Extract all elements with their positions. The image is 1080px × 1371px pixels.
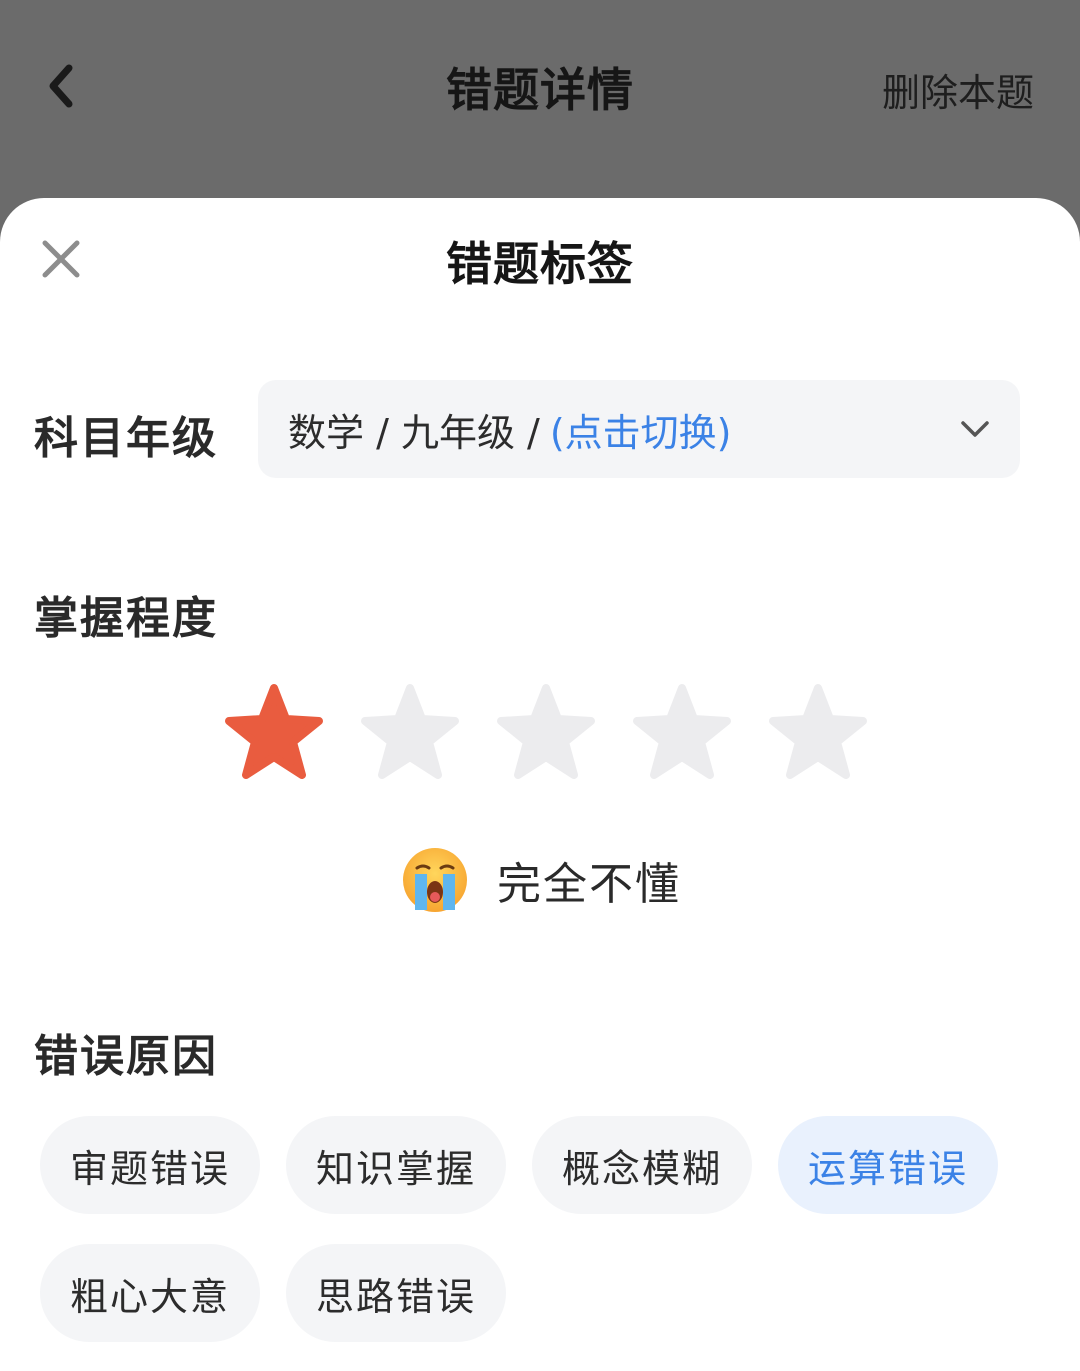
sheet-title: 错题标签 bbox=[446, 237, 634, 291]
error-reason-chip[interactable]: 运算错误 bbox=[778, 1116, 998, 1214]
subject-grade-select[interactable]: 数学 / 九年级 / (点击切换) bbox=[258, 380, 1020, 478]
error-reason-options: 审题错误 知识掌握 概念模糊 运算错误 粗心大意 思路错误 bbox=[40, 1116, 1040, 1342]
error-reason-chip[interactable]: 粗心大意 bbox=[40, 1244, 260, 1342]
top-nav-bar: 错题详情 删除本题 bbox=[0, 0, 1080, 200]
star-shape bbox=[361, 684, 459, 779]
error-reason-chip[interactable]: 概念模糊 bbox=[532, 1116, 752, 1214]
subject-grade-value: 数学 / 九年级 / bbox=[288, 410, 540, 455]
mastery-rating bbox=[222, 682, 870, 782]
subject-grade-label: 科目年级 bbox=[34, 413, 218, 464]
error-reason-chip[interactable]: 知识掌握 bbox=[286, 1116, 506, 1214]
star-shape bbox=[633, 684, 731, 779]
star-icon[interactable] bbox=[630, 682, 734, 782]
star-icon[interactable] bbox=[222, 682, 326, 782]
star-shape bbox=[497, 684, 595, 779]
error-reason-label: 错误原因 bbox=[34, 1031, 218, 1082]
mastery-label: 掌握程度 bbox=[34, 593, 218, 644]
star-icon[interactable] bbox=[494, 682, 598, 782]
star-shape bbox=[225, 684, 323, 779]
crying-face-icon bbox=[403, 848, 467, 912]
star-icon[interactable] bbox=[766, 682, 870, 782]
chevron-down-icon bbox=[961, 421, 989, 437]
tag-bottom-sheet: 错题标签 科目年级 数学 / 九年级 / (点击切换) 掌握程度 完全不懂 错误… bbox=[0, 198, 1080, 1371]
switch-link[interactable]: (点击切换) bbox=[550, 402, 732, 457]
star-shape bbox=[769, 684, 867, 779]
error-reason-chip[interactable]: 审题错误 bbox=[40, 1116, 260, 1214]
mastery-level: 完全不懂 bbox=[0, 844, 1080, 916]
mastery-level-text: 完全不懂 bbox=[497, 859, 681, 910]
delete-question-button[interactable]: 删除本题 bbox=[882, 62, 1034, 117]
error-reason-chip[interactable]: 思路错误 bbox=[286, 1244, 506, 1342]
star-icon[interactable] bbox=[358, 682, 462, 782]
